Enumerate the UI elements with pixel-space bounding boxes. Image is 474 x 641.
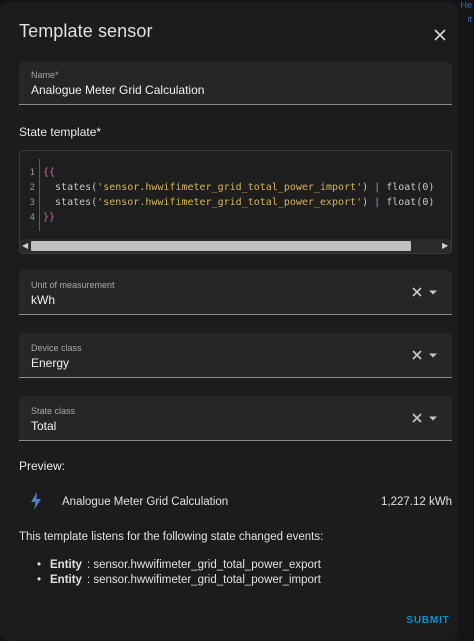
name-field-label: Name* (31, 70, 59, 80)
clear-icon[interactable] (410, 348, 424, 362)
scrollbar-thumb[interactable] (31, 241, 411, 251)
line-number: 3 (29, 198, 35, 208)
entity-key: Entity (50, 559, 82, 571)
chevron-down-icon[interactable] (428, 289, 438, 296)
state-template-label: State template* (19, 125, 102, 139)
device-class-label: Device class (31, 343, 82, 353)
line-number-gutter: 1 2 3 4 (20, 151, 39, 239)
clear-icon[interactable] (410, 285, 424, 299)
name-field[interactable]: Name* Analogue Meter Grid Calculation (19, 62, 452, 105)
chevron-down-icon[interactable] (428, 352, 438, 359)
code-line-2: states('sensor.hwwifimeter_grid_total_po… (43, 182, 434, 193)
code-token: states( (43, 197, 98, 208)
code-line-1: {{ (43, 167, 55, 178)
entity-key: Entity (50, 574, 82, 586)
unit-of-measurement-select[interactable]: Unit of measurement kWh (19, 270, 452, 315)
preview-entity-name: Analogue Meter Grid Calculation (62, 496, 229, 508)
triangle-right-icon[interactable]: ▶ (442, 242, 448, 250)
state-class-label: State class (31, 406, 76, 416)
entity-id: : sensor.hwwifimeter_grid_total_power_ex… (87, 559, 321, 571)
template-sensor-dialog: Template sensor Name* Analogue Meter Gri… (0, 2, 458, 641)
entity-id: : sensor.hwwifimeter_grid_total_power_im… (87, 574, 321, 586)
preview-entity-value: 1,227.12 kWh (381, 496, 452, 508)
state-template-editor[interactable]: 1 2 3 4 {{ states('sensor.hwwifimeter_gr… (19, 150, 452, 254)
background-page-peek: He it (460, 0, 474, 641)
unit-field-value: kWh (31, 293, 55, 307)
close-icon (434, 29, 446, 41)
lightning-bolt-icon (31, 492, 41, 510)
chevron-down-icon[interactable] (428, 415, 438, 422)
unit-field-label: Unit of measurement (31, 280, 115, 290)
code-token: }} (43, 212, 56, 223)
code-line-4: }} (43, 212, 55, 223)
close-button[interactable] (426, 21, 454, 49)
dialog-header: Template sensor (0, 2, 458, 60)
line-number: 4 (29, 213, 35, 223)
listens-description: This template listens for the following … (19, 531, 324, 543)
code-token: 'sensor.hwwifimeter_grid_total_power_exp… (97, 197, 363, 208)
horizontal-scrollbar[interactable]: ◀ ▶ (20, 239, 451, 253)
device-class-value: Energy (31, 356, 70, 370)
clear-icon[interactable] (410, 411, 424, 425)
preview-label: Preview: (19, 459, 66, 473)
code-token: {{ (43, 167, 56, 178)
code-token: ) (362, 197, 375, 208)
state-class-select[interactable]: State class Total (19, 396, 452, 441)
dialog-title: Template sensor (19, 21, 153, 41)
line-number: 1 (29, 168, 35, 178)
code-token: ) (362, 182, 375, 193)
line-number: 2 (29, 183, 35, 193)
name-field-value[interactable]: Analogue Meter Grid Calculation (31, 83, 204, 97)
cursor-bar (39, 159, 40, 231)
state-class-value: Total (31, 419, 57, 433)
preview-entity-row: Analogue Meter Grid Calculation 1,227.12… (19, 489, 452, 515)
background-text-2: it (467, 14, 473, 24)
code-token: states( (43, 182, 98, 193)
code-token: float(0) (380, 182, 435, 193)
submit-button[interactable]: SUBMIT (398, 606, 458, 634)
device-class-select[interactable]: Device class Energy (19, 333, 452, 378)
code-token: 'sensor.hwwifimeter_grid_total_power_imp… (97, 182, 363, 193)
triangle-left-icon[interactable]: ◀ (22, 242, 28, 250)
list-bullet: • (37, 574, 42, 586)
background-text-1: He (460, 0, 472, 10)
code-line-3: states('sensor.hwwifimeter_grid_total_po… (43, 197, 434, 208)
code-token: float(0) (380, 197, 435, 208)
list-bullet: • (37, 559, 42, 571)
